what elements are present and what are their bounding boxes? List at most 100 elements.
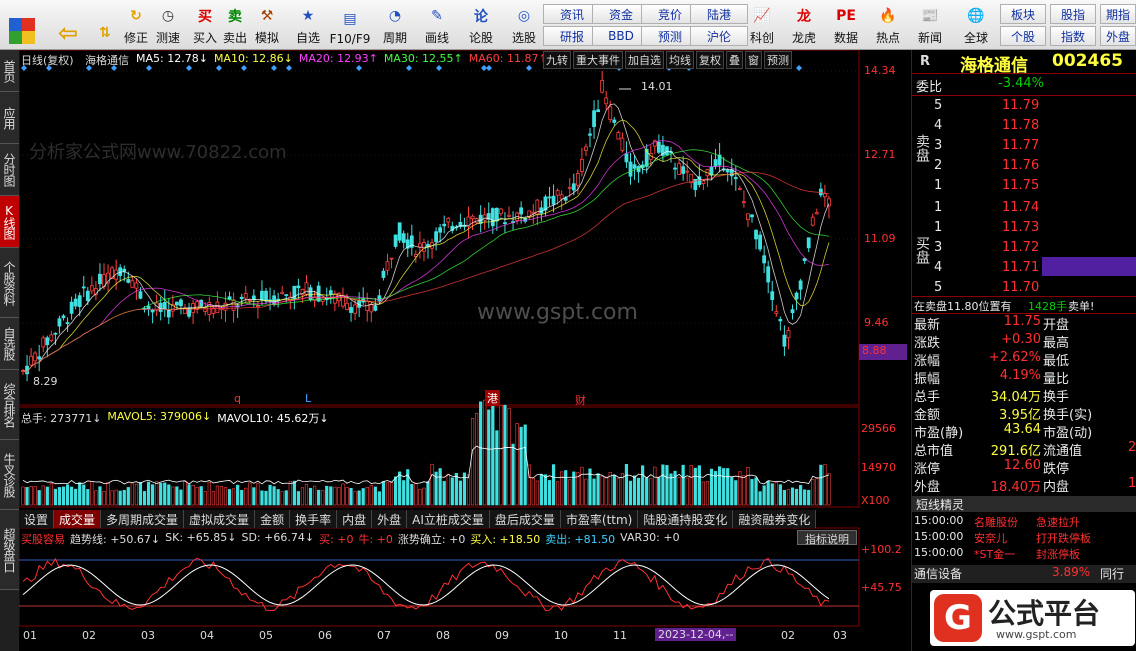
sprite-row[interactable]: 15:00:00 安奈儿 打开跌停板 xyxy=(912,530,1136,546)
event-marker-icon[interactable] xyxy=(486,65,492,71)
toolbar-btn-13[interactable]: PE 数据 xyxy=(828,2,864,48)
toolbar-btn-2[interactable]: 买买入 xyxy=(190,2,220,48)
order-status-tag: 卖单! xyxy=(1068,300,1095,313)
sidebar-timechart[interactable]: 分时图 xyxy=(0,144,19,196)
chart-menu-item[interactable]: 均线 xyxy=(666,51,694,69)
sidebar-apps[interactable]: 应用 xyxy=(0,92,19,144)
btn-hulun[interactable]: 沪伦 xyxy=(690,26,748,46)
sidebar-home[interactable]: 首页 xyxy=(0,50,19,92)
indicator-tab[interactable]: 成交量 xyxy=(54,510,102,528)
chart-menu-item[interactable]: 窗 xyxy=(745,51,762,69)
sidebar-super-quote[interactable]: 超级盘口 xyxy=(0,510,19,590)
sidebar-stock-info[interactable]: 个股资料 xyxy=(0,248,19,318)
app-logo-icon[interactable] xyxy=(4,2,40,48)
indicator-tab[interactable]: 盘后成交量 xyxy=(490,510,561,528)
marker-l[interactable]: L xyxy=(305,392,311,405)
volume-bar xyxy=(292,480,296,506)
sidebar-kline[interactable]: K线图 xyxy=(0,196,19,248)
marker-hk[interactable]: 港 xyxy=(485,390,500,406)
toolbar-btn-7[interactable]: ◔ 周期 xyxy=(378,2,412,48)
toolbar-btn-11[interactable]: 📈 科创 xyxy=(744,2,780,48)
toolbar-btn-10[interactable]: ◎ 选股 xyxy=(506,2,542,48)
event-marker-icon[interactable] xyxy=(186,65,192,71)
sidebar-watchlist[interactable]: 自选股 xyxy=(0,318,19,370)
toolbar-btn-6[interactable]: ▤ F10/F9 xyxy=(328,2,372,48)
toolbar-btn-1[interactable]: ◷ 测速 xyxy=(152,2,184,48)
buy-order-row[interactable]: 1 11.73 xyxy=(912,220,1136,240)
toolbar-btn-12[interactable]: 龙龙虎 xyxy=(786,2,822,48)
volume-legend-item: 总手: 273771↓ xyxy=(21,412,102,425)
indicator-tab[interactable]: 多周期成交量 xyxy=(101,510,185,528)
event-marker-icon[interactable] xyxy=(406,65,412,71)
toolbar-btn-14[interactable]: 🔥 热点 xyxy=(870,2,906,48)
btn-lugang[interactable]: 陆港 xyxy=(690,4,748,24)
volume-bar xyxy=(649,478,653,506)
sell-order-row[interactable]: 3 11.77 xyxy=(912,138,1136,158)
event-marker-icon[interactable] xyxy=(796,65,802,71)
sell-order-row[interactable]: 5 11.79 xyxy=(912,98,1136,118)
marker-q[interactable]: q xyxy=(234,392,241,405)
event-marker-icon[interactable] xyxy=(271,65,277,71)
indicator-tab[interactable]: AI立桩成交量 xyxy=(407,510,490,528)
btn-zhishu[interactable]: 指数 xyxy=(1050,26,1096,46)
chart-menu-item[interactable]: 重大事件 xyxy=(573,51,623,69)
btn-waipan[interactable]: 外盘 xyxy=(1100,26,1136,46)
sell-order-row[interactable]: 2 11.76 xyxy=(912,158,1136,178)
toolbar-btn-5[interactable]: ★ 自选 xyxy=(292,2,324,48)
marker-fin[interactable]: 财 xyxy=(575,392,586,408)
btn-qizhi[interactable]: 期指 xyxy=(1100,4,1136,24)
toolbar-btn-8[interactable]: ✎ 画线 xyxy=(420,2,454,48)
indicator-tab[interactable]: 内盘 xyxy=(337,510,373,528)
event-marker-icon[interactable] xyxy=(146,65,152,71)
toolbar-btn-9[interactable]: 论论股 xyxy=(464,2,498,48)
indicator-tab[interactable]: 虚拟成交量 xyxy=(184,510,256,528)
chart-menu-item[interactable]: 叠 xyxy=(726,51,743,69)
candle-body xyxy=(37,356,42,360)
indicator-tab[interactable]: 换手率 xyxy=(290,510,338,528)
toolbar-btn-15[interactable]: 📰 新闻 xyxy=(912,2,948,48)
indicator-tab[interactable]: 市盈率(ttm) xyxy=(561,510,639,528)
event-marker-icon[interactable] xyxy=(286,65,292,71)
back-button[interactable]: ⇦ xyxy=(50,2,86,48)
event-marker-icon[interactable] xyxy=(436,65,442,71)
btn-bankuai[interactable]: 板块 xyxy=(1000,4,1046,24)
chart-menu-item[interactable]: 复权 xyxy=(696,51,724,69)
btn-guzhi[interactable]: 股指 xyxy=(1050,4,1096,24)
chart-menu-item[interactable]: 九转 xyxy=(543,51,571,69)
toolbar-btn-16[interactable]: 🌐 全球 xyxy=(958,2,994,48)
candle-body xyxy=(604,97,609,105)
sector-row[interactable]: 通信设备 3.89% 同行 xyxy=(912,565,1136,583)
updown-icon[interactable]: ⇅ xyxy=(92,2,118,48)
event-marker-icon[interactable] xyxy=(216,65,222,71)
sidebar-ranking[interactable]: 综合排名 xyxy=(0,370,19,440)
toolbar-btn-3[interactable]: 卖卖出 xyxy=(220,2,250,48)
sell-order-row[interactable]: 1 11.75 xyxy=(912,178,1136,198)
chart-menu-item[interactable]: 预测 xyxy=(764,51,792,69)
event-marker-icon[interactable] xyxy=(526,65,532,71)
btn-gegu[interactable]: 个股 xyxy=(1000,26,1046,46)
indicator-tab[interactable]: 金额 xyxy=(255,510,291,528)
candle-body xyxy=(782,334,787,347)
candle-body xyxy=(608,106,613,121)
sprite-row[interactable]: 15:00:00 *ST金一 封涨停板 xyxy=(912,546,1136,562)
sell-order-row[interactable]: 4 11.78 xyxy=(912,118,1136,138)
indicator-tab[interactable]: 陆股通持股变化 xyxy=(638,510,734,528)
volume-bar xyxy=(223,487,228,506)
sprite-row[interactable]: 15:00:00 名雕股份 急速拉升 xyxy=(912,514,1136,530)
volume-bar xyxy=(232,488,236,506)
candle-body xyxy=(61,315,66,319)
indicator-help-button[interactable]: 指标说明 xyxy=(797,530,857,546)
indicator-tab[interactable]: 融资融券变化 xyxy=(733,510,817,528)
indicator-tab[interactable]: 设置 xyxy=(19,510,55,528)
toolbar-btn-4[interactable]: ⚒ 模拟 xyxy=(250,2,284,48)
indicator-tab[interactable]: 外盘 xyxy=(372,510,408,528)
sidebar-diagnosis[interactable]: 牛叉诊股 xyxy=(0,440,19,510)
logo-g-icon: G xyxy=(934,594,982,642)
kline-chart-area[interactable]: 日线(复权) 海格通信 MA5: 12.78↓ MA10: 12.86↓ MA20:… xyxy=(19,50,909,648)
event-marker-icon[interactable] xyxy=(356,65,362,71)
buy-order-row[interactable]: 1 11.74 xyxy=(912,200,1136,220)
chart-menu-item[interactable]: 加自选 xyxy=(625,51,664,69)
toolbar-btn-0[interactable]: ↻ 修正 xyxy=(120,2,152,48)
event-marker-icon[interactable] xyxy=(241,65,247,71)
candle-body xyxy=(41,337,46,348)
